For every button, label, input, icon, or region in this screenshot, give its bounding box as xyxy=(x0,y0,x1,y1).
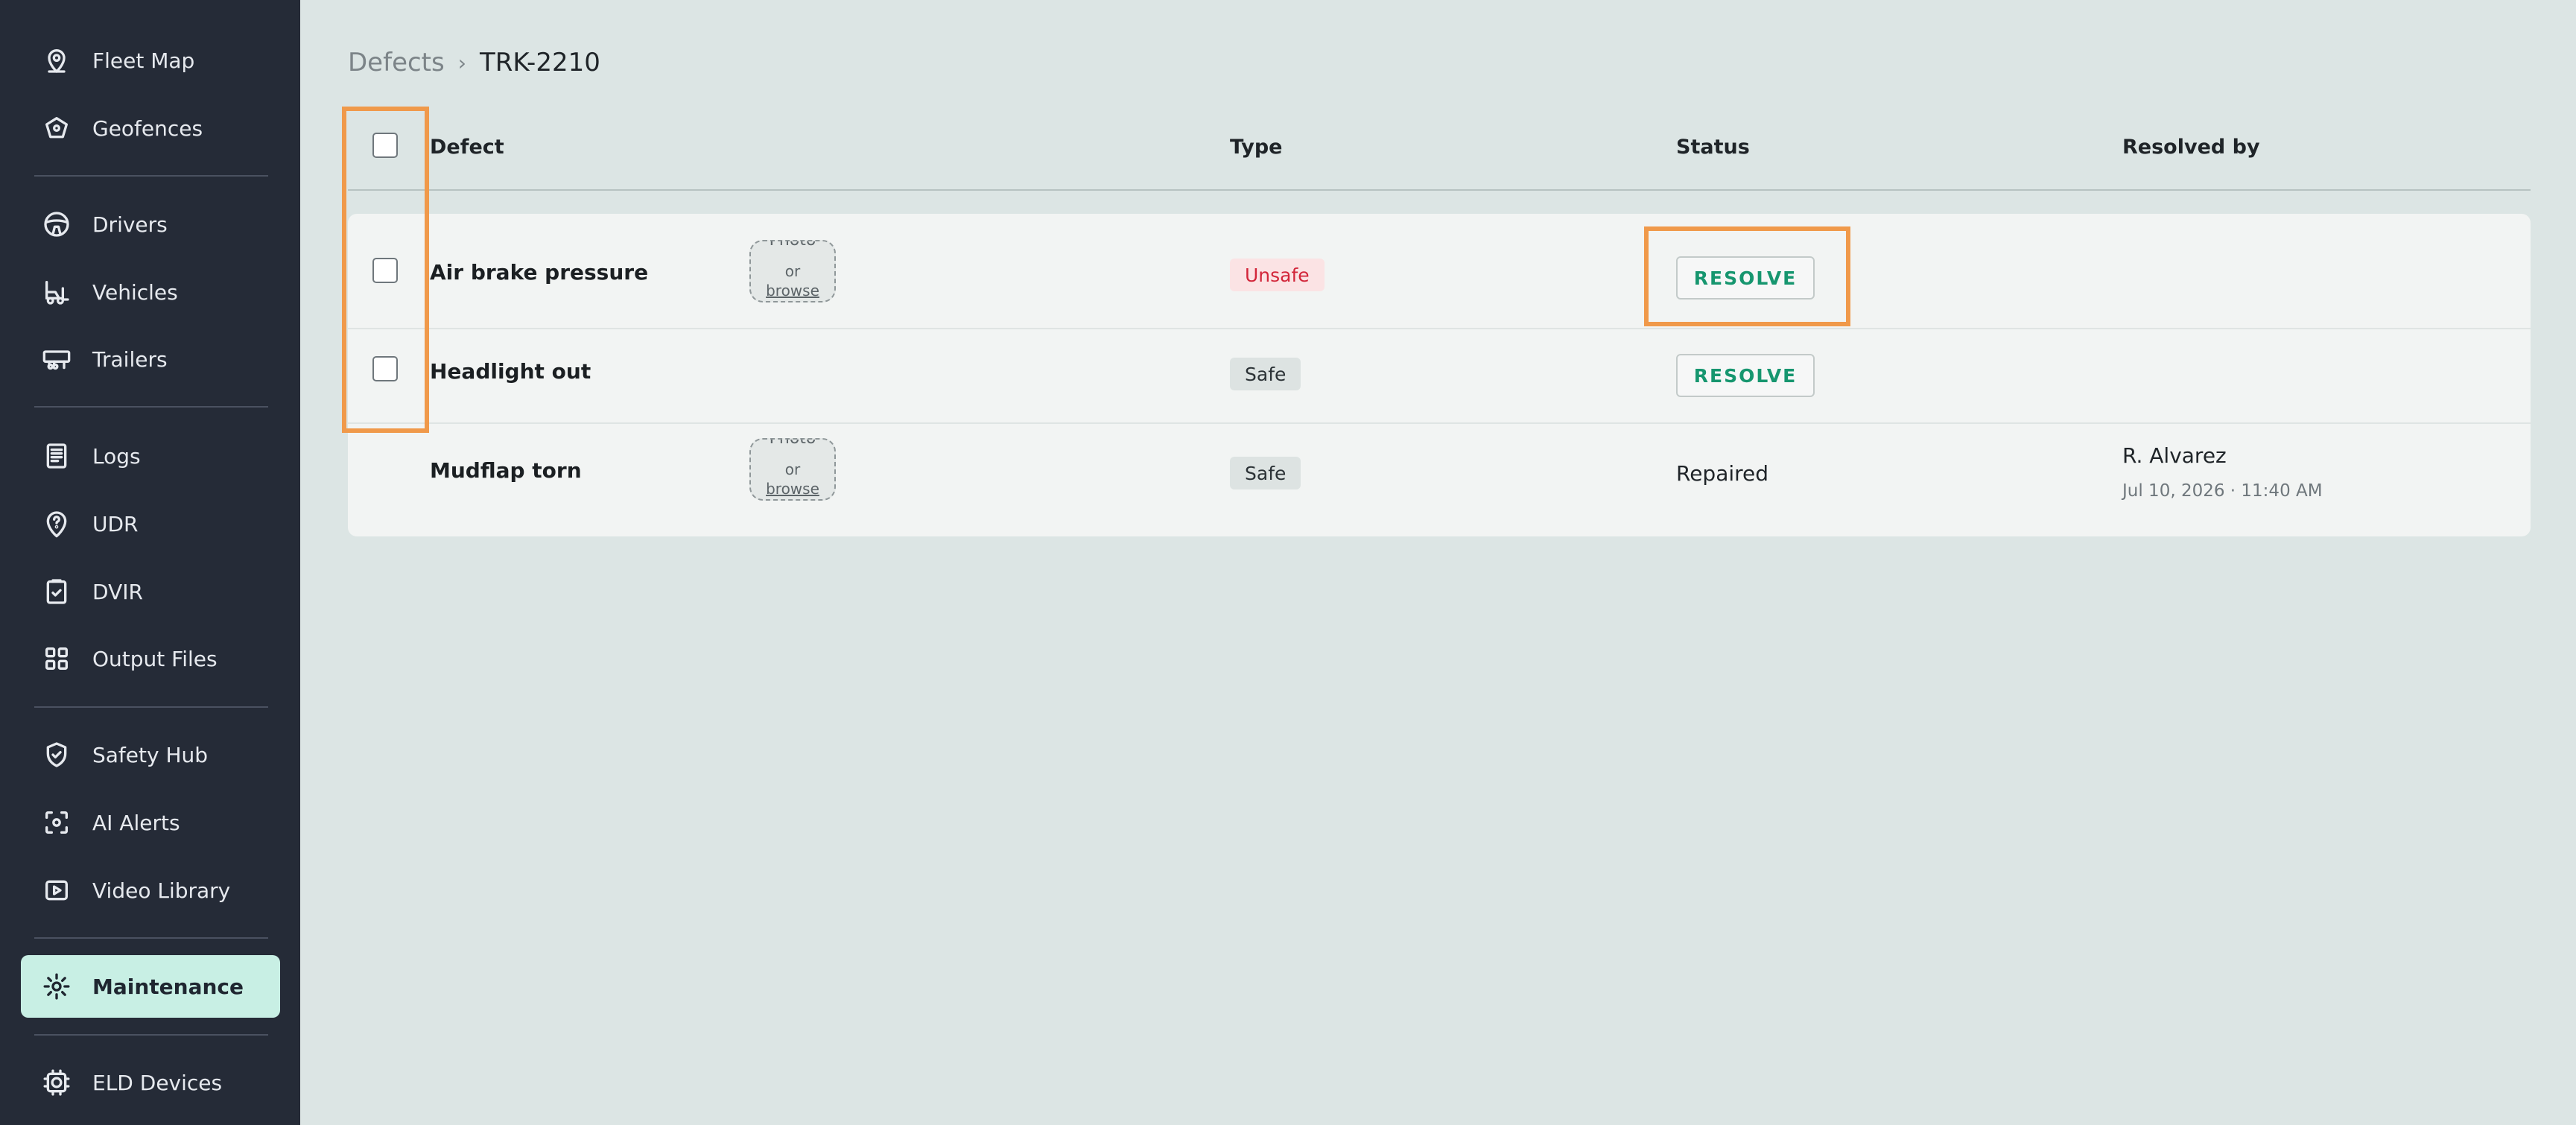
row-checkbox[interactable] xyxy=(372,356,398,381)
sidebar-item-label: DVIR xyxy=(92,579,143,604)
browse-link[interactable]: browse xyxy=(751,480,834,498)
sidebar-item-label: Maintenance xyxy=(92,974,244,999)
sidebar-item-label: Trailers xyxy=(92,346,168,372)
sidebar-item-label: Output Files xyxy=(92,646,218,671)
defect-name: Mudflap torn xyxy=(430,458,582,483)
sidebar-item-geofences[interactable]: Geofences xyxy=(21,97,280,159)
column-header-resolved-by[interactable]: Resolved by xyxy=(2122,136,2260,159)
photo-or-label: or xyxy=(784,460,801,478)
column-header-status[interactable]: Status xyxy=(1676,136,1750,159)
column-header-defect[interactable]: Defect xyxy=(430,136,504,159)
gear-wrench-icon xyxy=(40,970,73,1003)
row-checkbox[interactable] xyxy=(372,258,398,283)
sidebar-item-label: Drivers xyxy=(92,212,168,237)
photo-label: Photo xyxy=(769,240,816,250)
clipboard-check-icon xyxy=(40,575,73,608)
steering-wheel-icon xyxy=(40,208,73,241)
defect-name: Headlight out xyxy=(430,359,591,384)
sidebar-item-logs[interactable]: Logs xyxy=(21,425,280,487)
sidebar-item-drivers[interactable]: Drivers xyxy=(21,193,280,256)
resolve-button[interactable]: RESOLVE xyxy=(1676,256,1815,300)
sidebar-item-label: Vehicles xyxy=(92,279,178,305)
sidebar-divider xyxy=(34,1034,268,1036)
resolved-timestamp: Jul 10, 2026 · 11:40 AM xyxy=(2122,481,2323,501)
trailer-icon xyxy=(40,343,73,375)
header-divider xyxy=(348,189,2531,191)
log-sheet-icon xyxy=(40,440,73,472)
photo-label: Photo xyxy=(769,438,816,448)
map-pin-icon xyxy=(40,44,73,77)
sidebar-item-safety-hub[interactable]: Safety Hub xyxy=(21,723,280,786)
type-badge-unsafe: Unsafe xyxy=(1230,259,1325,291)
sidebar-divider xyxy=(34,706,268,708)
resolver-name: R. Alvarez xyxy=(2122,443,2227,468)
sidebar-item-trailers[interactable]: Trailers xyxy=(21,328,280,390)
sidebar-item-vehicles[interactable]: Vehicles xyxy=(21,261,280,323)
breadcrumb-separator: › xyxy=(457,50,466,75)
sidebar-divider xyxy=(34,937,268,939)
browse-link[interactable]: browse xyxy=(751,282,834,300)
sidebar-divider xyxy=(34,406,268,408)
status-text: Repaired xyxy=(1676,461,1769,486)
sidebar-item-video-library[interactable]: Video Library xyxy=(21,859,280,922)
type-badge-safe: Safe xyxy=(1230,457,1301,489)
photo-upload-dropzone[interactable]: Photo or browse xyxy=(749,240,836,302)
row-divider xyxy=(348,422,2531,424)
select-all-checkbox[interactable] xyxy=(372,133,398,158)
grid-icon xyxy=(40,642,73,675)
scan-icon xyxy=(40,806,73,839)
photo-upload-dropzone[interactable]: Photo or browse xyxy=(749,438,836,501)
sidebar-item-maintenance[interactable]: Maintenance xyxy=(21,955,280,1018)
sidebar-item-label: Logs xyxy=(92,443,141,469)
table-header: Defect Type Status Resolved by xyxy=(348,112,2531,189)
sidebar: Fleet Map Geofences Drivers Vehicles Tra… xyxy=(0,0,300,1125)
sidebar-item-dvir[interactable]: DVIR xyxy=(21,560,280,623)
sidebar-item-label: Video Library xyxy=(92,878,231,903)
sidebar-divider xyxy=(34,175,268,177)
sidebar-item-ai-alerts[interactable]: AI Alerts xyxy=(21,791,280,854)
question-pin-icon xyxy=(40,507,73,540)
sidebar-item-label: UDR xyxy=(92,511,139,536)
sidebar-item-udr[interactable]: UDR xyxy=(21,492,280,555)
resolve-button[interactable]: RESOLVE xyxy=(1676,354,1815,397)
device-icon xyxy=(40,1066,73,1099)
breadcrumb-parent-link[interactable]: Defects xyxy=(348,48,445,77)
sidebar-item-output-files[interactable]: Output Files xyxy=(21,627,280,690)
sidebar-item-label: ELD Devices xyxy=(92,1070,223,1095)
defect-name: Air brake pressure xyxy=(430,260,649,285)
type-badge-safe: Safe xyxy=(1230,358,1301,390)
row-divider xyxy=(348,328,2531,329)
forklift-icon xyxy=(40,276,73,308)
shield-check-icon xyxy=(40,738,73,771)
sidebar-item-eld-devices[interactable]: ELD Devices xyxy=(21,1051,280,1114)
photo-or-label: or xyxy=(784,262,801,280)
defects-table-body: Air brake pressure Photo or browse Unsaf… xyxy=(348,214,2531,536)
sidebar-item-label: Safety Hub xyxy=(92,742,209,767)
breadcrumb: Defects › TRK-2210 xyxy=(348,48,600,77)
column-header-type[interactable]: Type xyxy=(1230,136,1282,159)
sidebar-item-label: AI Alerts xyxy=(92,810,180,835)
sidebar-item-label: Geofences xyxy=(92,115,203,141)
breadcrumb-current: TRK-2210 xyxy=(479,48,600,77)
sidebar-item-label: Fleet Map xyxy=(92,48,195,73)
sidebar-item-fleet-map[interactable]: Fleet Map xyxy=(21,29,280,92)
play-icon xyxy=(40,874,73,907)
geofence-icon xyxy=(40,112,73,145)
